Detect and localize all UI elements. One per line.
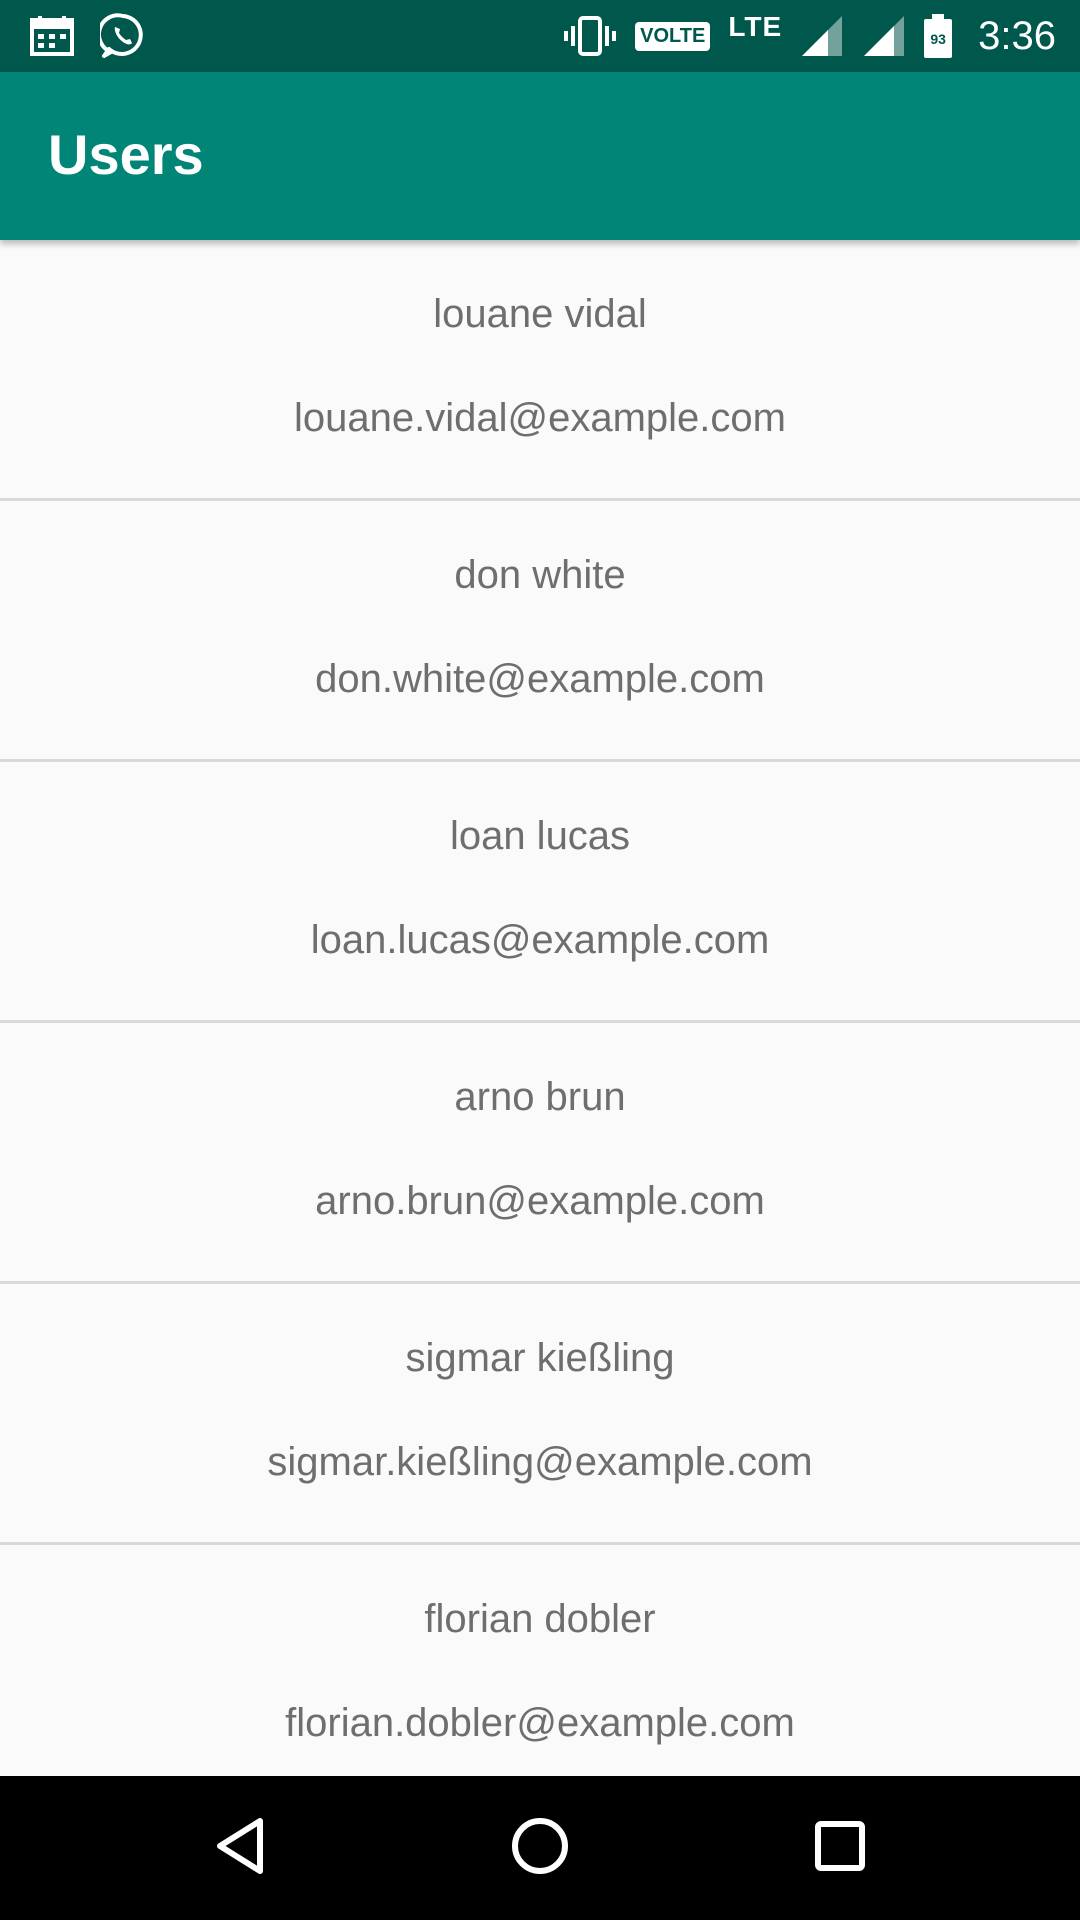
back-icon bbox=[212, 1816, 268, 1881]
user-email: arno.brun@example.com bbox=[315, 1179, 765, 1223]
user-name: don white bbox=[454, 553, 626, 597]
status-bar: VOLTE LTE 93 3:36 bbox=[0, 0, 1080, 72]
list-item[interactable]: arno brun arno.brun@example.com bbox=[0, 1023, 1080, 1284]
user-email: loan.lucas@example.com bbox=[310, 918, 770, 962]
navigation-bar bbox=[0, 1776, 1080, 1920]
recents-icon bbox=[814, 1820, 866, 1877]
user-name: loan lucas bbox=[449, 814, 631, 858]
system-icons: VOLTE LTE 93 3:36 bbox=[563, 0, 1056, 72]
vibrate-icon bbox=[563, 14, 617, 58]
user-name: arno brun bbox=[454, 1075, 626, 1119]
back-button[interactable] bbox=[204, 1812, 276, 1884]
recents-button[interactable] bbox=[804, 1812, 876, 1884]
user-email: sigmar.kießling@example.com bbox=[267, 1440, 813, 1484]
user-name: sigmar kießling bbox=[405, 1336, 675, 1380]
whatsapp-icon bbox=[100, 13, 146, 59]
list-item[interactable]: sigmar kießling sigmar.kießling@example.… bbox=[0, 1284, 1080, 1545]
user-list[interactable]: louane vidal louane.vidal@example.com do… bbox=[0, 240, 1080, 1776]
app-bar: Users bbox=[0, 72, 1080, 240]
list-item[interactable]: florian dobler florian.dobler@example.co… bbox=[0, 1545, 1080, 1776]
user-name: florian dobler bbox=[424, 1597, 656, 1641]
volte-badge: VOLTE bbox=[635, 21, 711, 51]
clock: 3:36 bbox=[978, 13, 1056, 58]
home-button[interactable] bbox=[504, 1812, 576, 1884]
network-type-label: LTE bbox=[728, 11, 783, 42]
users-screen: VOLTE LTE 93 3:36 Users louane vidal lou… bbox=[0, 0, 1080, 1920]
list-item[interactable]: loan lucas loan.lucas@example.com bbox=[0, 762, 1080, 1023]
list-item[interactable]: don white don.white@example.com bbox=[0, 501, 1080, 762]
user-email: florian.dobler@example.com bbox=[285, 1701, 795, 1745]
notification-icons bbox=[30, 12, 146, 60]
user-email: don.white@example.com bbox=[315, 657, 765, 701]
battery-icon: 93 bbox=[924, 14, 953, 58]
calendar-icon bbox=[30, 16, 74, 56]
home-icon bbox=[510, 1816, 570, 1881]
signal-icon bbox=[800, 14, 844, 58]
user-email: louane.vidal@example.com bbox=[294, 396, 786, 440]
page-title: Users bbox=[48, 123, 204, 186]
list-item[interactable]: louane vidal louane.vidal@example.com bbox=[0, 240, 1080, 501]
signal-icon bbox=[862, 14, 906, 58]
user-name: louane vidal bbox=[433, 292, 647, 336]
battery-level: 93 bbox=[930, 30, 946, 47]
